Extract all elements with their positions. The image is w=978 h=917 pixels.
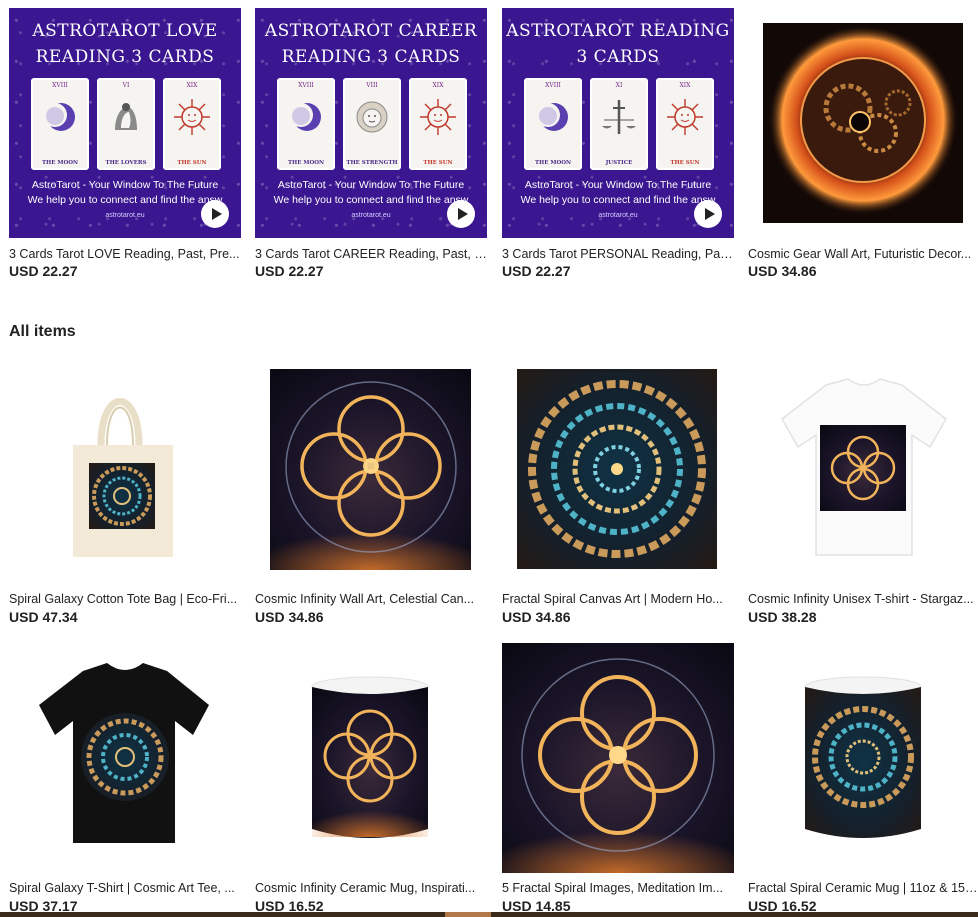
tarot-card: VI THE LOVERS (97, 78, 155, 170)
play-video-icon[interactable] (447, 200, 475, 228)
listing-image[interactable]: ASTROTAROT READING 3 CARDS XVIII THE MOO… (502, 8, 734, 238)
tarot-card: XI JUSTICE (590, 78, 648, 170)
section-heading-all-items: All items (9, 323, 76, 340)
listing-title[interactable]: Fractal Spiral Canvas Art | Modern Ho... (502, 591, 734, 607)
listing-title[interactable]: Cosmic Gear Wall Art, Futuristic Decor..… (748, 246, 978, 262)
listing-price: USD 22.27 (502, 263, 571, 279)
tarot-heading: ASTROTAROT READING 3 CARDS (506, 21, 730, 67)
spiral-mug-artwork (804, 676, 922, 838)
listing-image[interactable] (9, 643, 241, 873)
listing-image[interactable] (255, 643, 487, 873)
moon-icon (43, 103, 75, 131)
tarot-card: VIII THE STRENGTH (343, 78, 401, 170)
tote-bag-artwork (73, 398, 173, 557)
listing-image[interactable] (9, 367, 241, 579)
listing-price: USD 22.27 (255, 263, 324, 279)
cosmic-gear-artwork (748, 8, 978, 238)
listing-title[interactable]: 3 Cards Tarot LOVE Reading, Past, Pre... (9, 246, 241, 262)
tarot-card: XVIII THE MOON (277, 78, 335, 170)
listing-price: USD 38.28 (748, 609, 817, 625)
listing-price: USD 34.86 (255, 609, 324, 625)
tarot-card: XVIII THE MOON (31, 78, 89, 170)
tarot-card: XIX THE SUN (409, 78, 467, 170)
listing-title[interactable]: Cosmic Infinity Ceramic Mug, Inspirati..… (255, 880, 487, 896)
listing-title[interactable]: Fractal Spiral Ceramic Mug | 11oz & 15o.… (748, 880, 978, 896)
listing-image[interactable] (255, 367, 487, 579)
fractal-spiral-artwork (517, 369, 717, 569)
bottom-scroll-strip (0, 912, 978, 917)
lovers-icon (115, 103, 137, 130)
listing-image[interactable] (748, 367, 978, 579)
listing-title[interactable]: 5 Fractal Spiral Images, Meditation Im..… (502, 880, 734, 896)
tarot-card: XIX THE SUN (163, 78, 221, 170)
listing-image[interactable] (748, 643, 978, 873)
listing-price: USD 47.34 (9, 609, 78, 625)
black-tshirt-artwork (39, 663, 209, 843)
listing-title[interactable]: Spiral Galaxy Cotton Tote Bag | Eco-Fri.… (9, 591, 241, 607)
tarot-card: XIX THE SUN (656, 78, 714, 170)
cosmic-infinity-artwork (270, 369, 471, 570)
sun-icon (174, 99, 210, 135)
listing-title[interactable]: 3 Cards Tarot CAREER Reading, Past, P... (255, 246, 487, 262)
listing-image[interactable]: ASTROTAROT LOVE READING 3 CARDS XVIII TH… (9, 8, 241, 238)
play-video-icon[interactable] (694, 200, 722, 228)
listing-price: USD 22.27 (9, 263, 78, 279)
tarot-heading: ASTROTAROT LOVE READING 3 CARDS (32, 21, 218, 67)
moon-icon (289, 103, 321, 131)
moon-icon (536, 103, 568, 131)
fractal-images-artwork (502, 643, 734, 873)
sun-icon (667, 99, 703, 135)
tarot-heading: ASTROTAROT CAREER READING 3 CARDS (264, 21, 478, 67)
infinity-mug-artwork (311, 676, 429, 838)
listing-image[interactable]: ASTROTAROT CAREER READING 3 CARDS XVIII … (255, 8, 487, 238)
play-video-icon[interactable] (201, 200, 229, 228)
listing-image[interactable] (502, 643, 734, 873)
listing-price: USD 34.86 (748, 263, 817, 279)
listing-title[interactable]: Cosmic Infinity Wall Art, Celestial Can.… (255, 591, 487, 607)
listing-price: USD 34.86 (502, 609, 571, 625)
listing-title[interactable]: 3 Cards Tarot PERSONAL Reading, Pas... (502, 246, 734, 262)
white-tshirt-artwork (781, 378, 947, 556)
lion-icon (356, 101, 388, 133)
listing-image[interactable] (502, 367, 734, 579)
listing-title[interactable]: Spiral Galaxy T-Shirt | Cosmic Art Tee, … (9, 880, 241, 896)
tarot-card: XVIII THE MOON (524, 78, 582, 170)
justice-icon (602, 100, 636, 134)
listing-image[interactable] (748, 8, 978, 238)
sun-icon (420, 99, 456, 135)
listing-title[interactable]: Cosmic Infinity Unisex T-shirt - Stargaz… (748, 591, 978, 607)
